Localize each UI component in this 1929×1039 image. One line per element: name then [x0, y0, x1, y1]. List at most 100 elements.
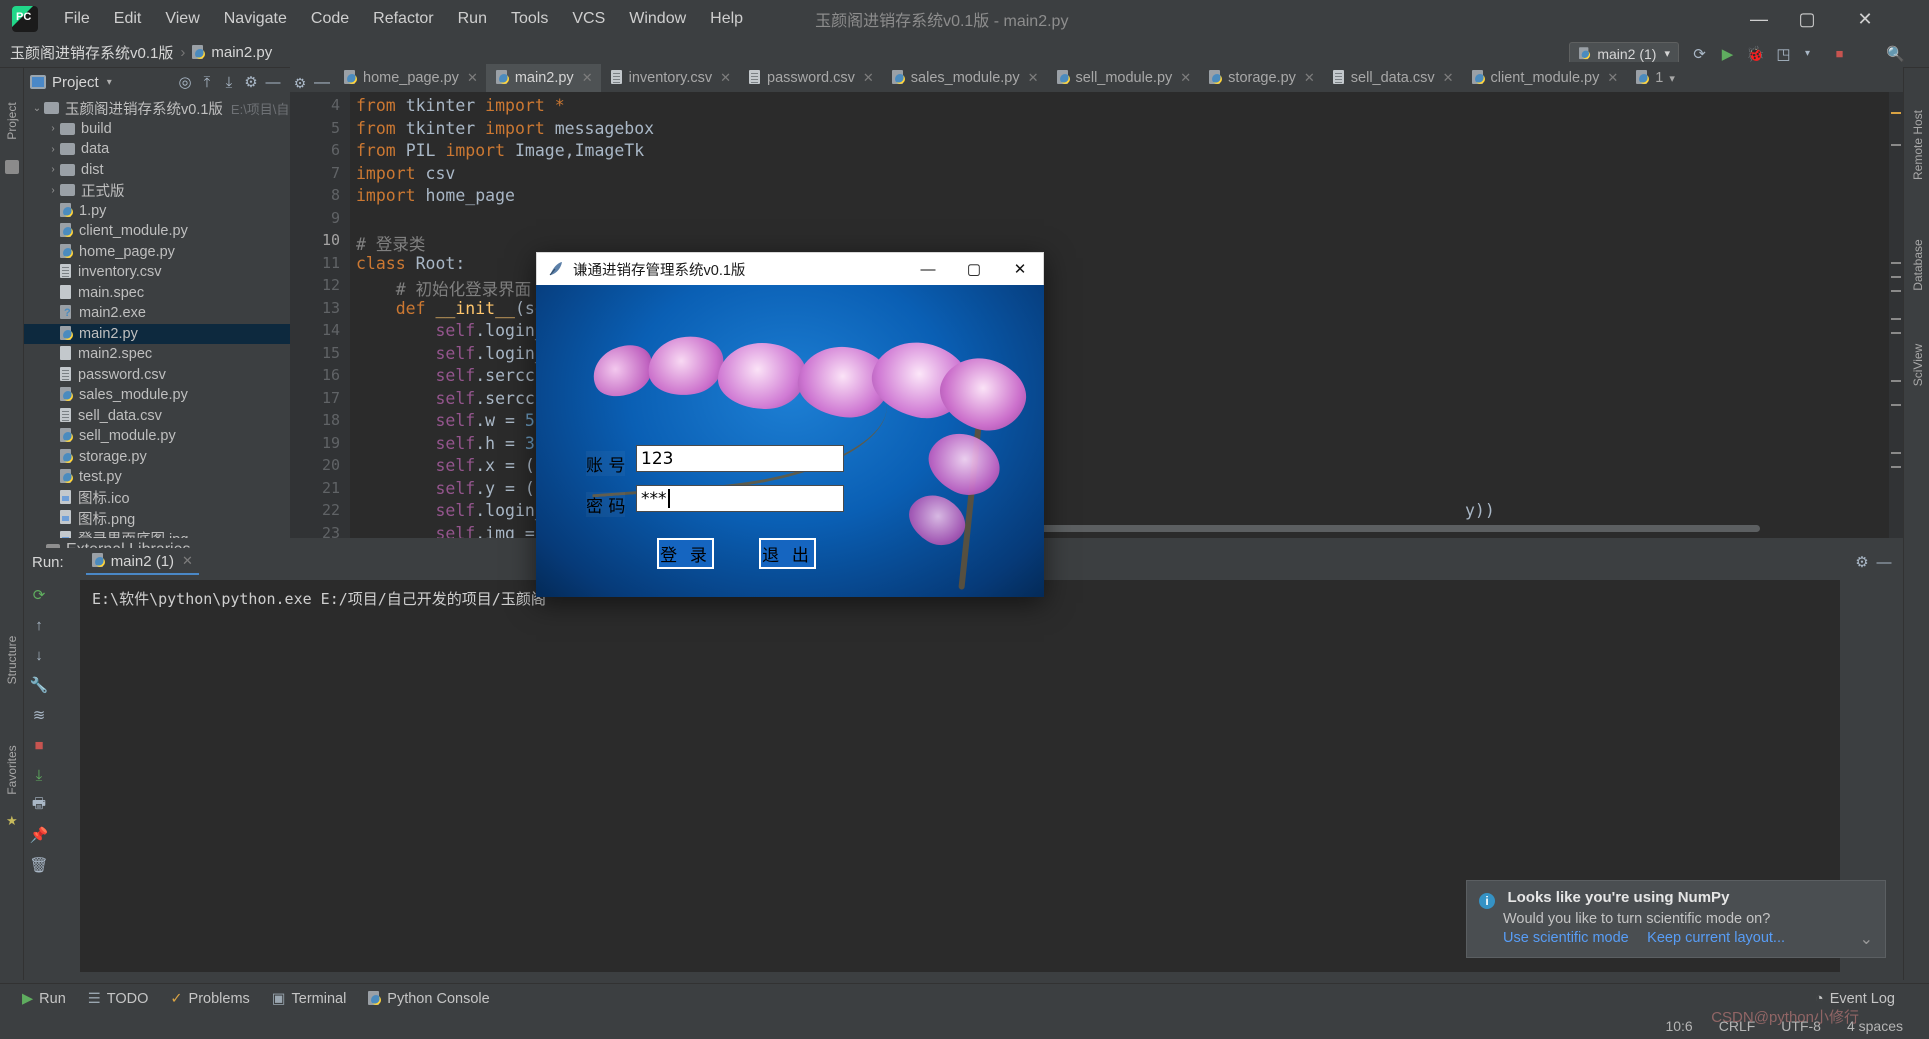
- close-icon[interactable]: ✕: [467, 70, 478, 86]
- tab-sell-module-py[interactable]: sell_module.py ✕: [1047, 64, 1200, 92]
- code-line[interactable]: self.x = (se: [356, 456, 554, 475]
- code-line[interactable]: from tkinter import messagebox: [356, 119, 654, 138]
- account-input[interactable]: 123: [636, 445, 844, 472]
- password-input[interactable]: ***: [636, 485, 844, 512]
- bottom-tool-bar[interactable]: ▶ Run ☰ TODO ✓ Problems ▣ Terminal Pytho…: [0, 983, 1929, 1013]
- bottom-tab-problems[interactable]: ✓ Problems: [170, 991, 249, 1007]
- menu-code[interactable]: Code: [299, 6, 361, 32]
- wrench-icon[interactable]: 🔧: [24, 670, 54, 700]
- close-icon[interactable]: ✕: [1607, 70, 1618, 86]
- menu-refactor[interactable]: Refactor: [361, 6, 445, 32]
- tab-storage-py[interactable]: storage.py ✕: [1199, 64, 1323, 92]
- code-line[interactable]: # 登录类: [356, 231, 425, 255]
- caret-position[interactable]: 10:6: [1665, 1018, 1692, 1034]
- star-icon[interactable]: ★: [6, 813, 18, 829]
- stop-icon[interactable]: ■: [24, 730, 54, 760]
- code-line[interactable]: self.login_w: [356, 321, 554, 340]
- settings-gear-icon[interactable]: ⚙: [240, 71, 262, 93]
- chevron-down-icon[interactable]: ⌄: [30, 103, 44, 114]
- close-icon[interactable]: ✕: [720, 70, 731, 86]
- close-icon[interactable]: ✕: [582, 70, 593, 86]
- dialog-minimize-button[interactable]: —: [905, 253, 951, 285]
- pin-icon[interactable]: 📌: [24, 820, 54, 850]
- tree-item-password-csv[interactable]: password.csv: [24, 365, 290, 386]
- close-icon[interactable]: ✕: [863, 70, 874, 86]
- close-icon[interactable]: ✕: [1304, 70, 1315, 86]
- bottom-tab-python-console[interactable]: Python Console: [368, 990, 490, 1007]
- keep-current-layout-link[interactable]: Keep current layout...: [1647, 930, 1785, 946]
- dialog-maximize-button[interactable]: ▢: [951, 253, 997, 285]
- tree-item-storage-py[interactable]: storage.py: [24, 447, 290, 468]
- menu-help[interactable]: Help: [698, 6, 755, 32]
- tree-item-client-module-py[interactable]: client_module.py: [24, 221, 290, 242]
- close-icon[interactable]: ✕: [1180, 70, 1191, 86]
- tree-item--png[interactable]: 图标.png: [24, 508, 290, 529]
- menu-file[interactable]: File: [52, 6, 102, 32]
- close-icon[interactable]: ✕: [1443, 70, 1454, 86]
- code-editor[interactable]: 4 5 6 7 8 9 10 11 12 13 14 15 16 17 18 19 20 21 22 23 from …: [290, 92, 1903, 538]
- login-dialog[interactable]: 谦通进销存管理系统v0.1版 — ▢ ✕ 账 号 123 密 码 *** 登 录…: [536, 252, 1044, 597]
- code-line[interactable]: self.img = I: [356, 524, 554, 539]
- chevron-right-icon[interactable]: ›: [46, 144, 60, 155]
- code-line[interactable]: class Root:: [356, 254, 465, 273]
- menu-edit[interactable]: Edit: [102, 6, 154, 32]
- menu-run[interactable]: Run: [446, 6, 499, 32]
- project-panel-icon[interactable]: [5, 160, 19, 174]
- tree-item-1-py[interactable]: 1.py: [24, 201, 290, 222]
- tab-password-csv[interactable]: password.csv ✕: [739, 64, 882, 92]
- tab-client-module-py[interactable]: client_module.py ✕: [1462, 64, 1627, 92]
- up-arrow-icon[interactable]: ↑: [24, 610, 54, 640]
- window-close-button[interactable]: ✕: [1841, 0, 1889, 38]
- sidebar-item-remote-host[interactable]: Remote Host: [1911, 100, 1925, 190]
- breadcrumb[interactable]: 玉颜阁进销存系统v0.1版 › main2.py: [10, 42, 272, 63]
- login-button[interactable]: 登 录: [657, 538, 714, 569]
- tree-item-home-page-py[interactable]: home_page.py: [24, 242, 290, 263]
- soft-wrap-icon[interactable]: ≋: [24, 700, 54, 730]
- hide-panel-icon[interactable]: —: [262, 71, 284, 93]
- expand-all-icon[interactable]: ⤒: [196, 71, 218, 93]
- dialog-close-button[interactable]: ✕: [997, 253, 1043, 285]
- tree-item-dist[interactable]: › dist: [24, 160, 290, 181]
- close-icon[interactable]: ✕: [182, 553, 193, 569]
- chevron-down-icon[interactable]: ▾: [1669, 72, 1675, 85]
- tab-sell-data-csv[interactable]: sell_data.csv ✕: [1323, 64, 1462, 92]
- code-line[interactable]: self.login_w: [356, 501, 554, 520]
- close-icon[interactable]: ✕: [1028, 70, 1039, 86]
- hide-panel-icon[interactable]: —: [310, 74, 334, 92]
- tree-item-test-py[interactable]: test.py: [24, 467, 290, 488]
- rerun-icon[interactable]: ⟳: [24, 580, 54, 610]
- tree-item-sell-module-py[interactable]: sell_module.py: [24, 426, 290, 447]
- notification-balloon[interactable]: i Looks like you're using NumPy Would yo…: [1466, 880, 1886, 958]
- sidebar-item-favorites[interactable]: Favorites: [5, 730, 19, 810]
- tree-item-data[interactable]: › data: [24, 139, 290, 160]
- code-line[interactable]: import csv: [356, 164, 455, 183]
- run-panel-toolbar[interactable]: ⟳ ↑ ↓ 🔧 ≋ ■ ⤓ 🖶 📌 🗑: [24, 580, 56, 980]
- tree-item--ico[interactable]: 图标.ico: [24, 488, 290, 509]
- tree-item-root[interactable]: ⌄ 玉颜阁进销存系统v0.1版 E:\项目\自己开: [24, 98, 290, 119]
- trash-icon[interactable]: 🗑: [24, 850, 54, 880]
- tree-item--[interactable]: › 正式版: [24, 180, 290, 201]
- tree-item-main2-exe[interactable]: main2.exe: [24, 303, 290, 324]
- project-file-tree[interactable]: ⌄玉颜阁进销存系统v0.1版E:\项目\自己开›build›data›dist›…: [24, 98, 290, 538]
- sidebar-item-project[interactable]: Project: [5, 91, 19, 151]
- tree-item-sell-data-csv[interactable]: sell_data.csv: [24, 406, 290, 427]
- code-line[interactable]: self.login_w: [356, 344, 554, 363]
- bottom-tab-terminal[interactable]: ▣ Terminal: [272, 991, 347, 1007]
- code-line[interactable]: self.serccn_: [356, 366, 554, 385]
- menu-tools[interactable]: Tools: [499, 6, 560, 32]
- sidebar-item-sciview[interactable]: SciView: [1911, 325, 1925, 405]
- code-line[interactable]: from PIL import Image,ImageTk: [356, 141, 644, 160]
- editor-tab-strip[interactable]: ⚙ — home_page.py ✕ main2.py ✕ inventory.csv ✕ pa…: [290, 62, 1903, 92]
- bottom-tab-run[interactable]: ▶ Run: [22, 991, 66, 1007]
- menu-view[interactable]: View: [153, 6, 211, 32]
- scroll-to-end-icon[interactable]: ⤓: [24, 760, 54, 790]
- tab-main2-py[interactable]: main2.py ✕: [485, 64, 601, 92]
- use-scientific-mode-link[interactable]: Use scientific mode: [1503, 930, 1629, 946]
- settings-gear-icon[interactable]: ⚙: [1851, 551, 1873, 573]
- hide-panel-icon[interactable]: —: [1873, 551, 1895, 573]
- sidebar-item-database[interactable]: Database: [1911, 220, 1925, 310]
- tree-item-main2-py[interactable]: main2.py: [24, 323, 290, 344]
- tab-inventory-csv[interactable]: inventory.csv ✕: [601, 64, 739, 92]
- code-line[interactable]: self.h = 309: [356, 434, 554, 453]
- chevron-right-icon[interactable]: ›: [46, 123, 60, 134]
